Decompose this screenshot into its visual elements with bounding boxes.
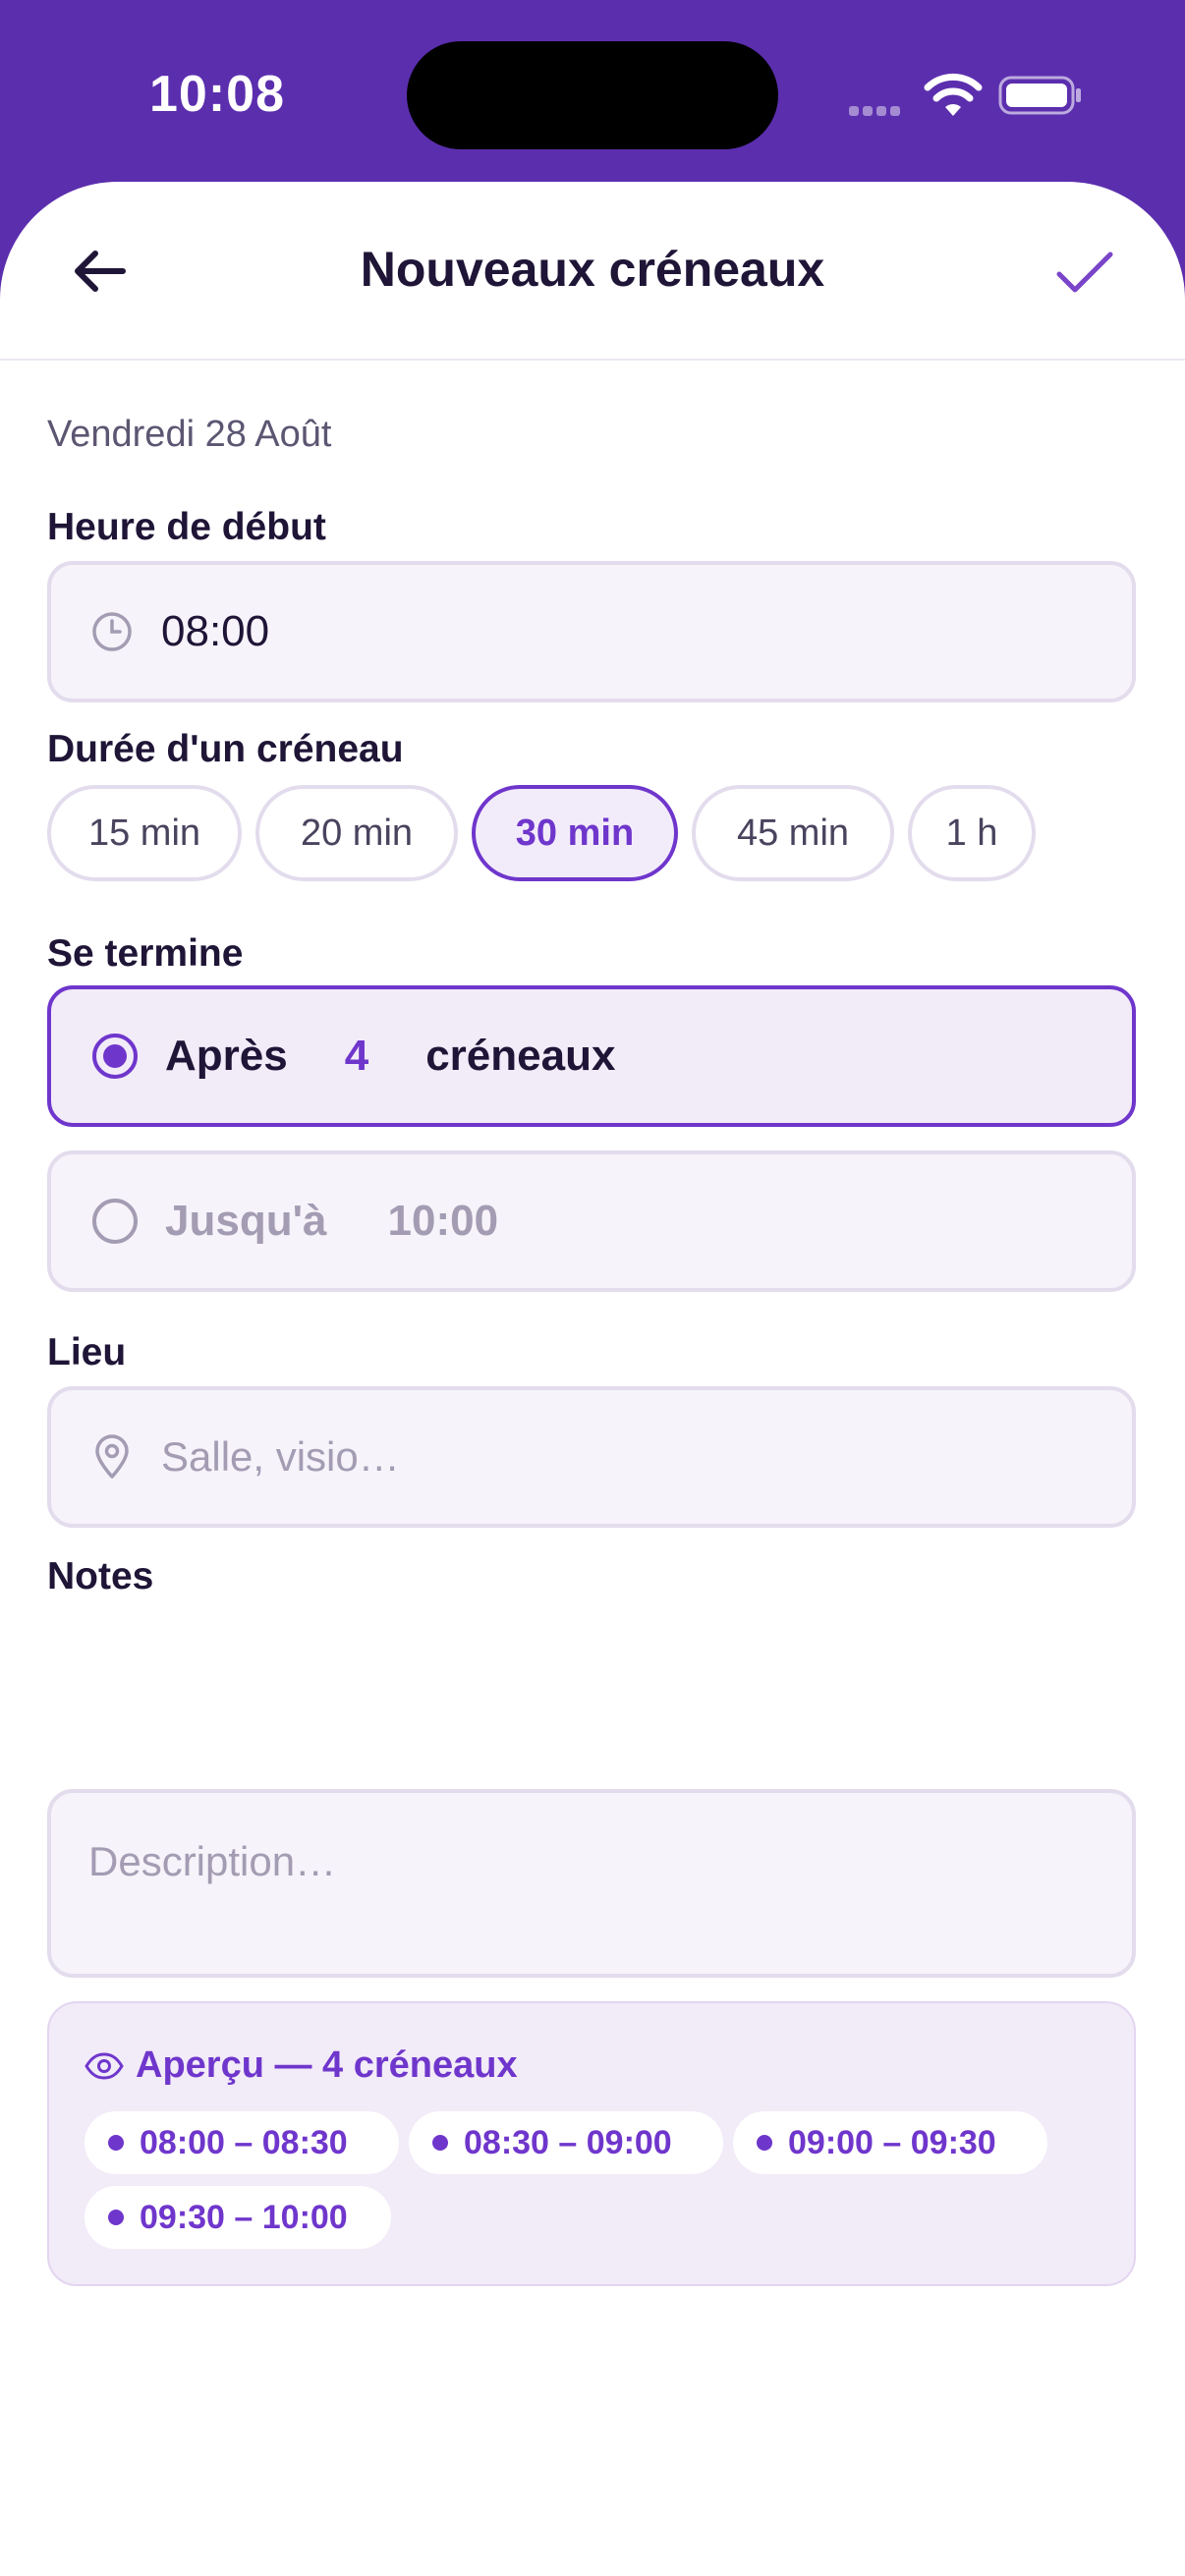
- radio-selected-icon: [92, 1034, 138, 1079]
- page-title: Nouveaux créneaux: [360, 242, 825, 297]
- slot-dot-icon: [432, 2135, 448, 2151]
- ends-after-prefix: Après: [165, 1032, 288, 1080]
- status-time: 10:08: [149, 66, 285, 123]
- ends-until-option[interactable]: Jusqu'à 10:00: [47, 1150, 1136, 1292]
- duration-chip-60[interactable]: 1 h: [908, 785, 1036, 881]
- duration-chip-20[interactable]: 20 min: [255, 785, 458, 881]
- clock-icon: [88, 608, 136, 655]
- start-time-value: 08:00: [161, 607, 270, 655]
- end-time-value[interactable]: 10:00: [388, 1197, 499, 1246]
- location-label: Lieu: [47, 1331, 127, 1373]
- battery-icon: [998, 76, 1081, 115]
- ends-after-suffix: créneaux: [425, 1032, 616, 1080]
- nav-bar: Nouveaux créneaux: [0, 182, 1185, 361]
- ends-after-option[interactable]: Après 4 créneaux: [47, 985, 1136, 1127]
- duration-label: Durée d'un créneau: [47, 728, 404, 770]
- slot-dot-icon: [108, 2210, 124, 2225]
- start-time-label: Heure de début: [47, 506, 326, 548]
- eye-icon: [85, 2051, 124, 2080]
- slot-time: 09:00 – 09:30: [788, 2123, 996, 2161]
- slot-dot-icon: [108, 2135, 124, 2151]
- slot-count-input[interactable]: 4: [345, 1032, 368, 1081]
- ends-until-prefix: Jusqu'à: [165, 1197, 327, 1245]
- preview-slot: 08:00 – 08:30: [85, 2111, 399, 2174]
- ends-label: Se termine: [47, 932, 244, 975]
- preview-card: Aperçu — 4 créneaux 08:00 – 08:30 08:30 …: [47, 2001, 1136, 2286]
- cellular-signal-icon: [849, 103, 908, 117]
- duration-chip-45[interactable]: 45 min: [692, 785, 894, 881]
- notes-label: Notes: [47, 1555, 154, 1597]
- preview-slot: 09:00 – 09:30: [733, 2111, 1047, 2174]
- dynamic-island: [407, 41, 778, 149]
- status-bar: 10:08: [0, 0, 1185, 187]
- duration-chip-15[interactable]: 15 min: [47, 785, 242, 881]
- slot-time: 09:30 – 10:00: [140, 2198, 348, 2236]
- notes-textarea[interactable]: Description…: [47, 1789, 1136, 1978]
- duration-chip-30[interactable]: 30 min: [472, 785, 678, 881]
- date-label: Vendredi 28 Août: [47, 414, 332, 455]
- check-icon: [1056, 252, 1113, 293]
- location-input[interactable]: Salle, visio…: [47, 1386, 1136, 1528]
- preview-slot: 09:30 – 10:00: [85, 2186, 391, 2249]
- slot-time: 08:30 – 09:00: [464, 2123, 672, 2161]
- notes-placeholder: Description…: [88, 1838, 337, 1884]
- location-placeholder: Salle, visio…: [161, 1433, 400, 1480]
- confirm-button[interactable]: [1047, 235, 1122, 309]
- preview-slot: 08:30 – 09:00: [409, 2111, 723, 2174]
- slot-dot-icon: [757, 2135, 772, 2151]
- slot-time: 08:00 – 08:30: [140, 2123, 348, 2161]
- preview-header: Aperçu — 4 créneaux: [85, 2044, 518, 2087]
- map-pin-icon: [88, 1433, 136, 1481]
- start-time-field[interactable]: 08:00: [47, 561, 1136, 702]
- wifi-icon: [924, 73, 983, 116]
- preview-title: Aperçu — 4 créneaux: [136, 2044, 518, 2086]
- radio-unselected-icon: [92, 1199, 138, 1244]
- form-sheet: Nouveaux créneaux Vendredi 28 Août Heure…: [0, 182, 1185, 2576]
